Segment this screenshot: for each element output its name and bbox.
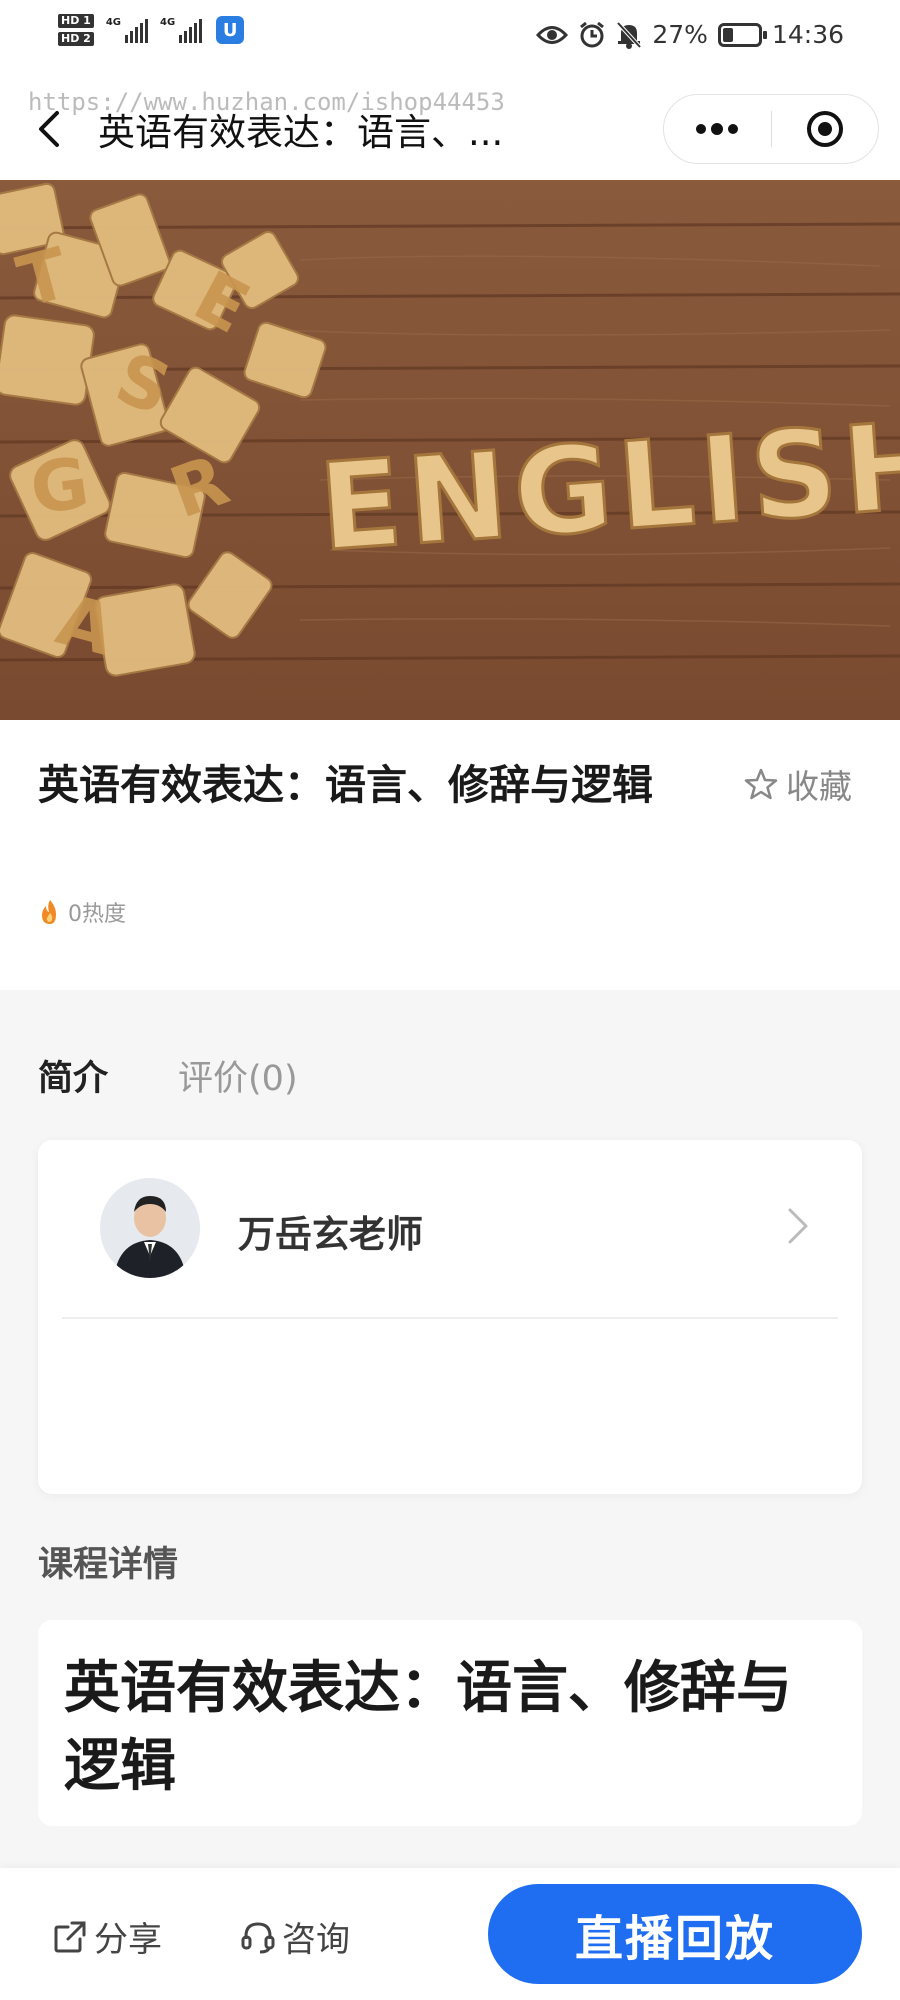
- fire-icon: [42, 900, 56, 924]
- teacher-name: 万岳玄老师: [238, 1213, 423, 1256]
- signal-1-icon: 4G: [106, 17, 148, 43]
- close-miniapp-button[interactable]: [772, 95, 879, 163]
- course-detail-page: HD 1 HD 2 4G 4G U 27% 14:36 https://www.…: [0, 0, 900, 2000]
- alarm-icon: [580, 21, 605, 47]
- favorite-button[interactable]: 收藏: [744, 760, 852, 808]
- details-title: 英语有效表达：语言、修辞与逻辑: [64, 1656, 792, 1799]
- eye-icon: [536, 25, 569, 44]
- section-heading-details: 课程详情: [38, 1545, 179, 1585]
- share-icon: [54, 1921, 86, 1952]
- svg-text:G: G: [25, 442, 93, 531]
- heat-indicator: 0热度: [38, 896, 126, 928]
- signal-2-icon: 4G: [160, 17, 203, 43]
- network-type-1: 4G: [105, 17, 121, 28]
- target-close-icon: [806, 111, 843, 147]
- miniapp-capsule: [663, 94, 879, 164]
- page-title: 英语有效表达：语言、...: [98, 111, 504, 154]
- star-icon: [744, 768, 778, 800]
- live-replay-button[interactable]: 直播回放: [488, 1884, 862, 1984]
- battery-percent: 27%: [652, 20, 708, 49]
- status-bar: HD 1 HD 2 4G 4G U 27% 14:36: [0, 0, 900, 80]
- favorite-label: 收藏: [786, 767, 852, 806]
- clock: 14:36: [771, 20, 844, 49]
- course-title: 英语有效表达：语言、修辞与逻辑: [38, 761, 653, 809]
- tab-intro[interactable]: 简介: [38, 1050, 109, 1101]
- cover-illustration: T S G R A E ENGLISH: [0, 180, 900, 720]
- chevron-right-icon: [788, 1208, 808, 1244]
- headset-icon: [241, 1921, 275, 1953]
- status-left: HD 1 HD 2 4G 4G U: [58, 14, 245, 46]
- chevron-left-icon: [39, 111, 59, 147]
- back-button[interactable]: [28, 104, 68, 154]
- heat-label: 0热度: [68, 902, 126, 927]
- share-label: 分享: [94, 1920, 162, 1960]
- consult-label: 咨询: [282, 1920, 350, 1960]
- battery-icon: [717, 22, 767, 47]
- sim-indicators: HD 1 HD 2: [58, 14, 94, 46]
- more-button[interactable]: [664, 95, 771, 163]
- bottom-action-bar: 分享 咨询 直播回放: [0, 1868, 900, 2000]
- consult-button[interactable]: 咨询: [240, 1912, 350, 1961]
- status-right: 27% 14:36: [536, 20, 844, 49]
- teacher-card[interactable]: 万岳玄老师: [38, 1140, 862, 1494]
- tab-reviews[interactable]: 评价(0): [178, 1050, 298, 1101]
- content-tabs: 简介 评价(0): [38, 1050, 298, 1101]
- sim1-label: HD 1: [58, 14, 94, 28]
- more-dots-icon: [696, 123, 739, 135]
- mute-bell-icon: [616, 21, 642, 49]
- nav-bar: https://www.huzhan.com/ishop44453 英语有效表达…: [0, 80, 900, 180]
- share-button[interactable]: 分享: [52, 1912, 162, 1961]
- details-card: 英语有效表达：语言、修辞与逻辑: [38, 1620, 862, 1826]
- course-info-section: 英语有效表达：语言、修辞与逻辑 收藏 0热度: [0, 720, 900, 990]
- teacher-avatar: [100, 1178, 200, 1278]
- sim2-label: HD 2: [58, 32, 94, 46]
- app-notification-icon: U: [216, 16, 245, 44]
- network-type-2: 4G: [160, 17, 176, 28]
- divider: [62, 1317, 838, 1319]
- course-cover-image: T S G R A E ENGLISH: [0, 180, 900, 720]
